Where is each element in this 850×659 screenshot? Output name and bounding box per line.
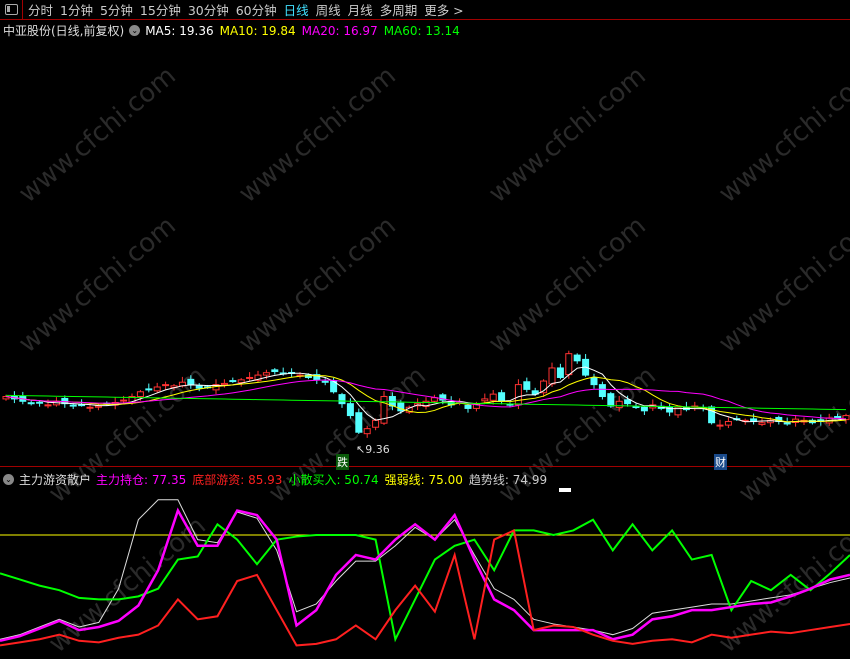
low-price-value: 9.36 (365, 443, 390, 456)
indicator-value: 底部游资: 85.93 (192, 473, 283, 487)
candle-body (86, 406, 94, 409)
candle-body (262, 372, 270, 376)
white-indicator-line (0, 499, 850, 640)
candle-body (36, 401, 44, 404)
candle-body (716, 424, 724, 427)
candle-body (783, 422, 791, 425)
candle-body (523, 381, 531, 390)
candle-body (464, 404, 472, 409)
candle-body (229, 380, 237, 383)
candle-body (120, 399, 128, 402)
candle-body (590, 377, 598, 386)
candle-body (548, 367, 556, 385)
candle-body (363, 428, 371, 435)
candle-body (145, 388, 153, 391)
indicator-value: 趋势线: 74.99 (468, 473, 548, 487)
candle-body (355, 412, 363, 433)
candle-body (153, 386, 161, 392)
indicator-name: 主力游资散户 (19, 473, 92, 487)
candle-body (271, 369, 279, 373)
magenta-indicator-line (0, 507, 850, 643)
candle-body (758, 422, 766, 425)
candle-body (640, 406, 648, 412)
candle-body (565, 353, 573, 376)
candle-body (338, 394, 346, 405)
die-marker[interactable]: 跌 (336, 454, 349, 470)
candle-body (195, 385, 203, 389)
candle-body (246, 376, 254, 379)
candle-body (573, 354, 581, 362)
candle-body (489, 393, 497, 401)
chevron-down-icon[interactable]: ⌄ (3, 474, 14, 485)
candle-body (372, 419, 380, 428)
green-indicator-line (0, 518, 850, 643)
candle-body (27, 402, 35, 405)
candle-body (615, 400, 623, 408)
candle-body (724, 421, 732, 426)
candle-body (346, 403, 354, 417)
candle-body (514, 384, 522, 406)
candle-body (162, 384, 170, 387)
candle-body (94, 405, 102, 408)
candle-body (632, 406, 640, 409)
candle-body (136, 391, 144, 398)
candle-body (44, 404, 52, 407)
candle-body (834, 416, 842, 419)
indicator-value: 小散买入: 50.74 (288, 473, 379, 487)
cai-marker[interactable]: 财 (714, 454, 727, 470)
candle-body (237, 379, 245, 383)
candle-body (607, 393, 615, 407)
candle-body (481, 398, 489, 402)
candle-body (624, 399, 632, 405)
indicator-value: 强弱线: 75.00 (384, 473, 463, 487)
candle-body (69, 404, 77, 407)
candle-body (220, 382, 228, 386)
candle-body (498, 392, 506, 402)
low-price-label: ↖9.36 (356, 443, 390, 456)
cursor-marker (559, 488, 571, 492)
indicator-value: 主力持仓: 77.35 (96, 473, 187, 487)
candle-body (78, 404, 86, 407)
candle-body (556, 367, 564, 378)
candle-body (187, 378, 195, 386)
candle-body (321, 380, 329, 383)
candle-body (598, 384, 606, 398)
chart-canvas[interactable] (0, 0, 850, 652)
indicator-legend: ⌄ 主力游资散户 主力持仓: 77.35 底部游资: 85.93 小散买入: 50.… (3, 471, 547, 488)
